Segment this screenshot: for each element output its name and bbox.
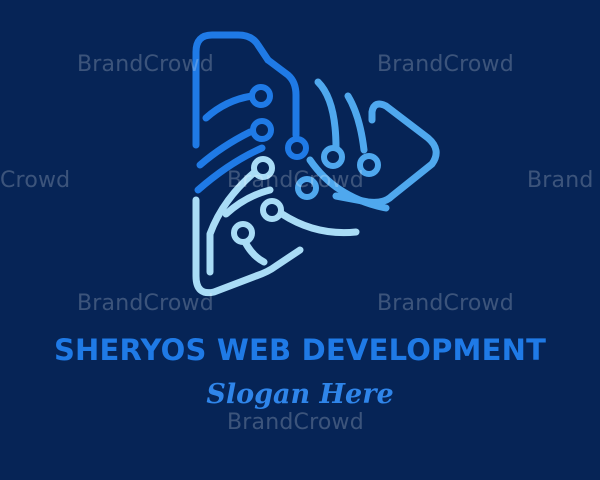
circuit-node	[231, 221, 255, 245]
circuit-node	[321, 145, 345, 169]
logo-dark-loop-1	[202, 92, 256, 122]
watermark-text: BrandCrowd	[227, 410, 364, 435]
logo-outer-mid-path	[314, 78, 340, 152]
brand-slogan: Slogan Here	[206, 379, 394, 410]
watermark-text-partial-left: Crowd	[0, 168, 71, 193]
circuit-node	[250, 118, 274, 142]
logo-canvas: BrandCrowd BrandCrowd Crowd BrandCrowd B…	[0, 0, 600, 480]
watermark-text: BrandCrowd	[77, 291, 214, 316]
circuit-node	[249, 84, 273, 108]
logo-light-loop-3	[278, 210, 360, 237]
circuit-node	[285, 136, 309, 160]
watermark-text: BrandCrowd	[227, 168, 364, 193]
watermark-text-partial-right: Brand	[527, 168, 594, 193]
brand-name: SHERYOS WEB DEVELOPMENT	[53, 333, 547, 367]
watermark-text: BrandCrowd	[77, 52, 214, 77]
watermark-text: BrandCrowd	[377, 291, 514, 316]
watermark-text: BrandCrowd	[377, 52, 514, 77]
logo-mid-loop-1	[344, 92, 368, 154]
circuit-node	[260, 198, 284, 222]
